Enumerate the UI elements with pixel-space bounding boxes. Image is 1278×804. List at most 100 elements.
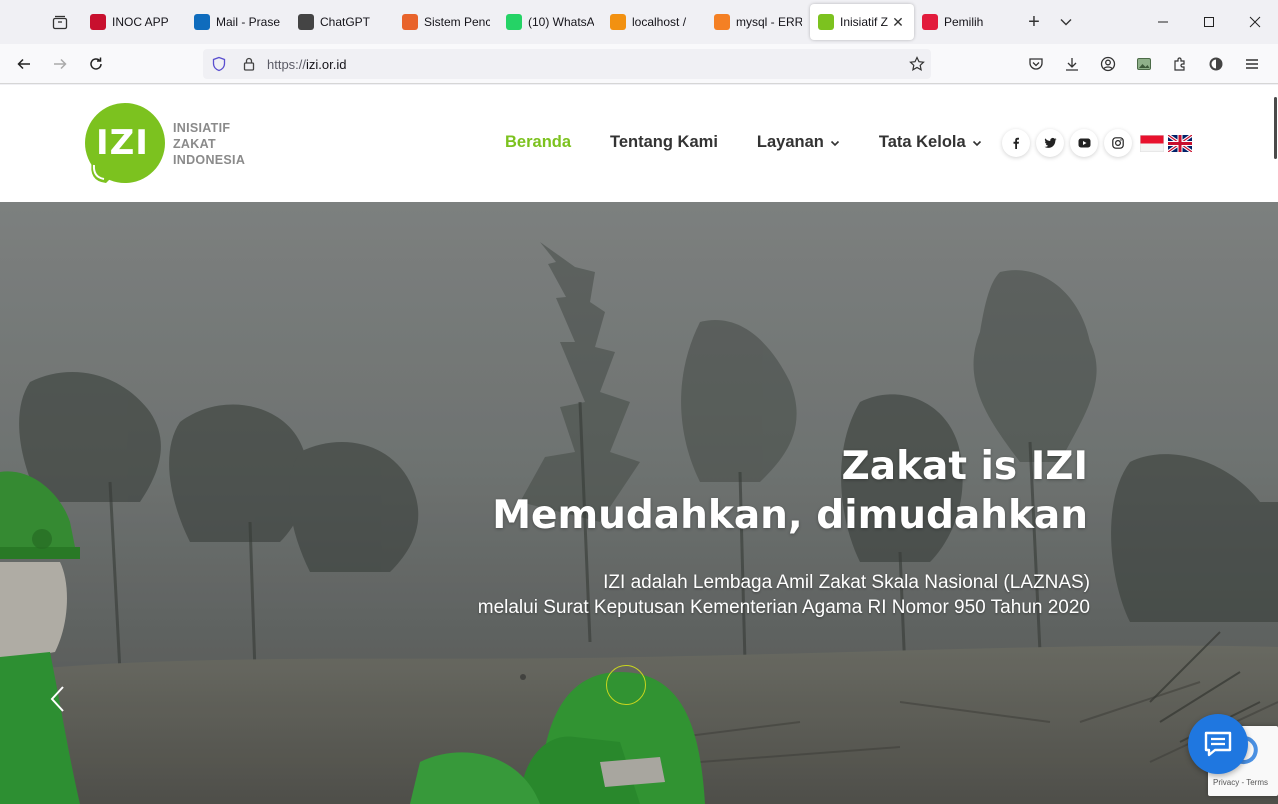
browser-tab[interactable]: (10) WhatsA	[498, 4, 602, 40]
maximize-icon	[1204, 17, 1214, 27]
browser-tab[interactable]: INOC APP	[82, 4, 186, 40]
close-window-button[interactable]	[1232, 0, 1278, 44]
tab-title: INOC APP	[112, 15, 169, 29]
tracking-protection-shield-icon[interactable]	[205, 56, 233, 72]
youtube-link[interactable]	[1070, 129, 1098, 157]
browser-tab[interactable]: localhost /	[602, 4, 706, 40]
indonesia-flag-icon[interactable]	[1140, 135, 1164, 152]
forward-button[interactable]	[44, 48, 76, 80]
scrollbar-thumb[interactable]	[1274, 97, 1277, 159]
main-navigation: Beranda Tentang Kami Layanan Tata Kelola	[505, 133, 982, 152]
browser-tab-strip: INOC APP Mail - Prase ChatGPT Sistem Penc (1…	[0, 0, 1278, 44]
account-button[interactable]	[1090, 48, 1126, 80]
hero-title-line-2: Memudahkan, dimudahkan	[492, 493, 1088, 538]
nav-item-tata-kelola[interactable]: Tata Kelola	[879, 133, 982, 152]
nav-label-about: Tentang Kami	[610, 133, 718, 151]
tab-title: (10) WhatsA	[528, 15, 594, 29]
facebook-icon	[1013, 137, 1019, 149]
nav-item-tentang-kami[interactable]: Tentang Kami	[610, 133, 718, 152]
minimize-button[interactable]	[1140, 0, 1186, 44]
hero-slider: Zakat is IZI Memudahkan, dimudahkan IZI …	[0, 202, 1278, 804]
facebook-link[interactable]	[1002, 129, 1030, 157]
tab-favicon-icon	[506, 14, 522, 30]
chevron-down-icon	[972, 140, 981, 146]
account-icon	[1100, 56, 1116, 72]
tab-title: Pemilih	[944, 15, 984, 29]
url-scheme: https://	[267, 56, 307, 72]
twitter-link[interactable]	[1036, 129, 1064, 157]
tab-title: ChatGPT	[320, 15, 371, 29]
maximize-button[interactable]	[1186, 0, 1232, 44]
tab-favicon-icon	[610, 14, 626, 30]
star-icon	[909, 56, 925, 71]
plus-icon: +	[1028, 10, 1040, 33]
tab-favicon-icon	[90, 14, 106, 30]
youtube-icon	[1078, 138, 1090, 148]
twitter-icon	[1044, 137, 1056, 148]
hero-title: Zakat is IZI Memudahkan, dimudahkan	[492, 442, 1088, 540]
reload-button[interactable]	[80, 48, 112, 80]
uk-flag-icon[interactable]	[1168, 135, 1192, 152]
image-extension-icon	[1137, 58, 1151, 70]
url-text[interactable]: https://izi.or.id	[267, 57, 903, 72]
lock-icon[interactable]	[235, 56, 263, 72]
nav-item-layanan[interactable]: Layanan	[757, 133, 840, 152]
chevron-left-icon	[50, 686, 64, 712]
logo-line-3: INDONESIA	[173, 153, 246, 167]
hero-subtitle-line-2: melalui Surat Keputusan Kementerian Agam…	[477, 597, 1090, 618]
arrow-left-icon	[17, 58, 30, 69]
language-switcher	[1140, 135, 1196, 152]
new-tab-button[interactable]: +	[1018, 6, 1050, 38]
tab-title: localhost /	[632, 15, 687, 29]
tab-favicon-icon	[402, 14, 418, 30]
tab-title: Sistem Penc	[424, 15, 490, 29]
bookmark-star-button[interactable]	[903, 56, 931, 72]
instagram-link[interactable]	[1104, 129, 1132, 157]
tab-manager-icon	[52, 15, 68, 30]
tab-manager-button[interactable]	[40, 4, 80, 40]
recaptcha-privacy-link[interactable]: Privacy	[1213, 778, 1239, 787]
slider-indicator-dot[interactable]	[520, 674, 526, 680]
site-logo[interactable]: IZI INISIATIF ZAKAT INDONESIA	[84, 103, 245, 185]
address-bar[interactable]: https://izi.or.id	[203, 49, 931, 79]
social-links	[1002, 129, 1138, 157]
tab-title: mysql - ERR	[736, 15, 802, 29]
tab-favicon-icon	[298, 14, 314, 30]
downloads-button[interactable]	[1054, 48, 1090, 80]
izi-logo-mark: IZI	[84, 103, 166, 185]
nav-label-services: Layanan	[756, 133, 824, 151]
recaptcha-terms-link[interactable]: Terms	[1246, 778, 1268, 787]
app-menu-button[interactable]	[1234, 48, 1270, 80]
puzzle-icon	[1174, 57, 1185, 71]
slider-prev-button[interactable]	[46, 684, 68, 714]
live-chat-button[interactable]	[1188, 714, 1248, 774]
firefox-relay-button[interactable]	[1198, 48, 1234, 80]
minimize-icon	[1158, 21, 1168, 23]
extension-image-button[interactable]	[1126, 48, 1162, 80]
chevron-down-icon	[1060, 19, 1072, 26]
relay-icon	[1209, 57, 1223, 71]
close-icon	[1249, 16, 1261, 28]
browser-toolbar	[1018, 48, 1270, 80]
browser-tab[interactable]: mysql - ERR	[706, 4, 810, 40]
list-all-tabs-button[interactable]	[1050, 6, 1082, 38]
extensions-button[interactable]	[1162, 48, 1198, 80]
browser-tab[interactable]: Inisiatif Z ✕	[810, 4, 914, 40]
tab-favicon-icon	[922, 14, 938, 30]
hero-title-line-1: Zakat is IZI	[841, 444, 1088, 489]
nav-label-home: Beranda	[505, 133, 572, 151]
web-page: IZI INISIATIF ZAKAT INDONESIA Beranda Te…	[0, 85, 1278, 804]
browser-tab[interactable]: Sistem Penc	[394, 4, 498, 40]
browser-tab[interactable]: Pemilih	[914, 4, 1018, 40]
browser-tab[interactable]: Mail - Prase	[186, 4, 290, 40]
logo-wordmark: INISIATIF ZAKAT INDONESIA	[173, 120, 245, 168]
browser-navigation-bar: https://izi.or.id	[0, 44, 1278, 84]
cursor-follower-ring	[606, 665, 646, 705]
nav-label-governance: Tata Kelola	[878, 133, 966, 151]
close-tab-icon[interactable]: ✕	[890, 14, 906, 30]
back-button[interactable]	[8, 48, 40, 80]
browser-tab[interactable]: ChatGPT	[290, 4, 394, 40]
nav-item-beranda[interactable]: Beranda	[505, 133, 571, 152]
pocket-button[interactable]	[1018, 48, 1054, 80]
instagram-icon	[1112, 137, 1124, 149]
